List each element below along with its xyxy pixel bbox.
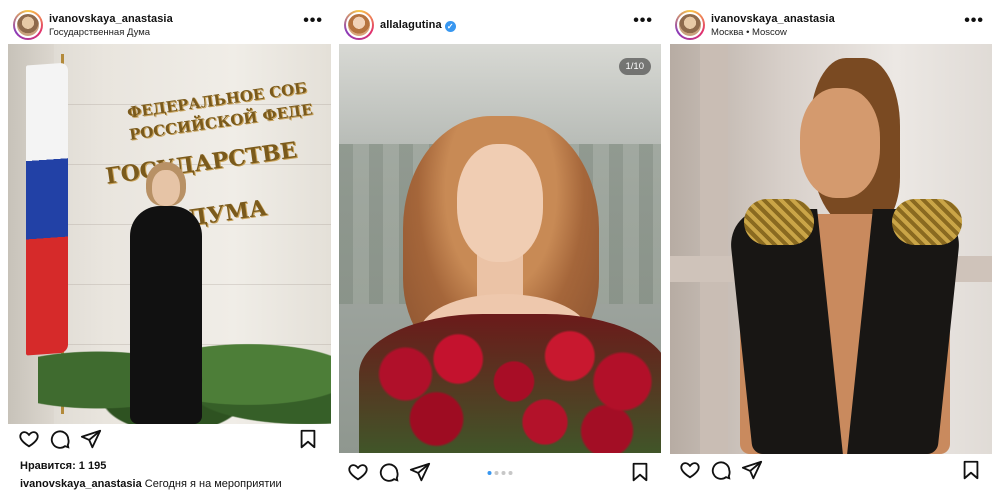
post-header: allalagutina ✓ ••• xyxy=(339,6,661,42)
avatar[interactable] xyxy=(13,10,43,40)
post-header: ivanovskaya_anastasia Москва • Moscow ••… xyxy=(670,6,992,42)
heart-icon[interactable] xyxy=(679,459,701,481)
location[interactable]: Государственная Дума xyxy=(49,27,150,38)
carousel-dot xyxy=(508,471,513,475)
post-card: ivanovskaya_anastasia Государственная Ду… xyxy=(8,0,331,501)
post-image[interactable]: ФЕДЕРАЛЬНОЕ СОБ РОССИЙСКОЙ ФЕДЕ ГОСУДАРС… xyxy=(8,44,331,424)
post-actions xyxy=(8,428,331,454)
post-actions xyxy=(670,459,992,485)
send-icon[interactable] xyxy=(80,428,102,450)
bookmark-icon[interactable] xyxy=(297,428,319,450)
comment-icon[interactable] xyxy=(378,461,400,483)
post-actions xyxy=(339,461,661,487)
more-horizontal-icon[interactable]: ••• xyxy=(303,12,323,30)
send-icon[interactable] xyxy=(741,459,763,481)
caption: ivanovskaya_anastasia Сегодня я на мероп… xyxy=(20,478,282,490)
heart-icon[interactable] xyxy=(347,461,369,483)
avatar[interactable] xyxy=(675,10,705,40)
post-card: ivanovskaya_anastasia Москва • Moscow ••… xyxy=(670,0,992,501)
person xyxy=(457,144,543,262)
username[interactable]: allalagutina xyxy=(380,19,442,31)
image-counter: 1/10 xyxy=(618,58,651,75)
bookmark-icon[interactable] xyxy=(629,461,651,483)
comment-icon[interactable] xyxy=(49,428,71,450)
carousel-dot xyxy=(494,471,499,475)
post-header: ivanovskaya_anastasia Государственная Ду… xyxy=(8,6,331,42)
username[interactable]: ivanovskaya_anastasia xyxy=(711,13,835,25)
location[interactable]: Москва • Moscow xyxy=(711,27,787,38)
comment-icon[interactable] xyxy=(710,459,732,481)
post-card: allalagutina ✓ ••• 1/10 xyxy=(339,0,661,501)
carousel-indicator xyxy=(487,471,513,475)
avatar[interactable] xyxy=(344,10,374,40)
username-row: allalagutina ✓ xyxy=(380,19,456,32)
flag xyxy=(26,62,68,356)
person xyxy=(800,88,880,198)
send-icon[interactable] xyxy=(409,461,431,483)
heart-icon[interactable] xyxy=(18,428,40,450)
carousel-dot-active xyxy=(487,471,492,475)
username[interactable]: ivanovskaya_anastasia xyxy=(49,13,173,25)
caption-username[interactable]: ivanovskaya_anastasia xyxy=(20,478,142,490)
post-image[interactable] xyxy=(670,44,992,454)
bookmark-icon[interactable] xyxy=(960,459,982,481)
caption-text: Сегодня я на мероприятии xyxy=(144,478,282,490)
roses-bouquet xyxy=(359,314,661,453)
more-horizontal-icon[interactable]: ••• xyxy=(964,12,984,30)
likes-count[interactable]: Нравится: 1 195 xyxy=(20,460,106,472)
post-image[interactable] xyxy=(339,44,661,453)
carousel-dot xyxy=(501,471,506,475)
more-horizontal-icon[interactable]: ••• xyxy=(633,12,653,30)
person xyxy=(116,162,212,424)
verified-badge-icon: ✓ xyxy=(444,21,456,32)
